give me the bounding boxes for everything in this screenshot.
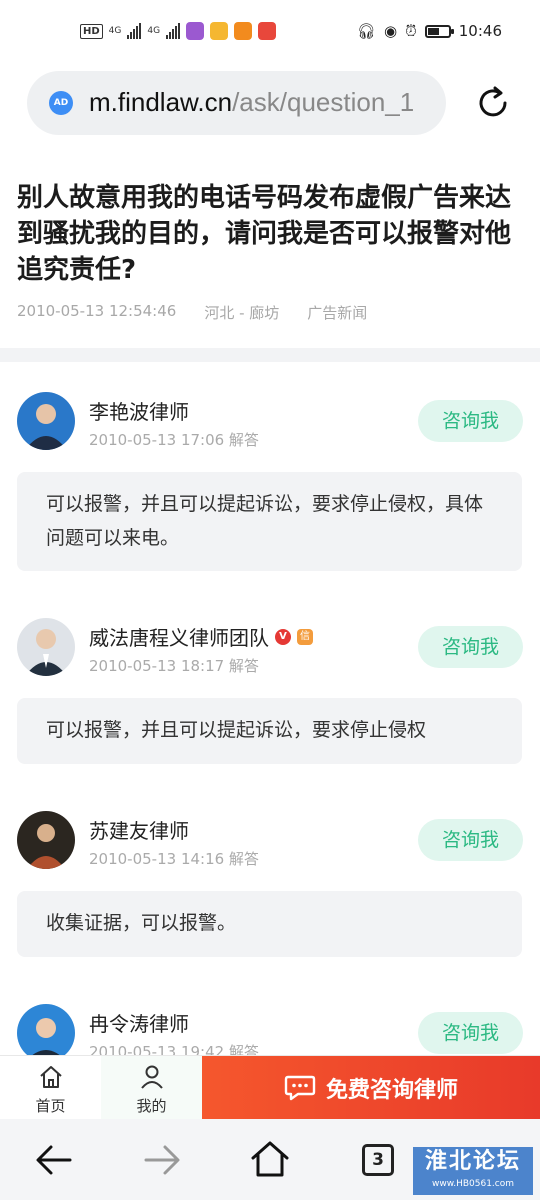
status-left-indicators: HD 4G 4G [80, 22, 277, 40]
book-notification-icon [258, 22, 277, 40]
consult-button[interactable]: 咨询我 [418, 1012, 523, 1054]
address-bar[interactable]: AD m.findlaw.cn/ask/question_1 [27, 71, 446, 135]
taobao-notification-icon [234, 22, 253, 40]
url-path: /ask/question_1 [232, 87, 415, 117]
lawyer-name[interactable]: 李艳波律师 [89, 396, 189, 425]
home-page-icon[interactable] [249, 1138, 291, 1180]
status-time: 10:46 [458, 22, 502, 40]
reload-icon[interactable] [474, 84, 512, 122]
network-label-1: 4G [108, 26, 122, 36]
watermark-logo: 淮北论坛 www.HB0561.com [413, 1147, 533, 1195]
tab-home[interactable]: 首页 [0, 1056, 101, 1120]
lawyer-name[interactable]: 苏建友律师 [89, 815, 189, 844]
answer-time: 2010-05-13 14:16 解答 [89, 850, 259, 868]
section-divider [0, 348, 540, 362]
question-category[interactable]: 广告新闻 [307, 302, 367, 323]
lawyer-name[interactable]: 冉令涛律师 [89, 1008, 189, 1037]
tab-home-label: 首页 [35, 1097, 66, 1115]
watermark-url: www.HB0561.com [431, 1179, 515, 1189]
lawyer-name-text: 冉令涛律师 [89, 1012, 189, 1036]
answer-time: 2010-05-13 17:06 解答 [89, 431, 259, 449]
headset-icon: 🎧︎ [356, 22, 376, 40]
lawyer-name-text: 威法唐程义律师团队 [89, 626, 269, 650]
credit-badge-icon: 信 [297, 628, 313, 645]
consult-button[interactable]: 咨询我 [418, 626, 523, 668]
answer-content: 可以报警，并且可以提起诉讼，要求停止侵权 [17, 698, 522, 764]
bottom-action-bar: 首页 我的 免费咨询律师 [0, 1055, 540, 1120]
app-notification-icon [210, 22, 229, 40]
lawyer-name-text: 李艳波律师 [89, 400, 189, 424]
consult-button[interactable]: 咨询我 [418, 819, 523, 861]
question-title: 别人故意用我的电话号码发布虚假广告来达到骚扰我的目的，请问我是否可以报警对他追究… [17, 183, 512, 285]
question-location: 河北 - 廊坊 [204, 304, 280, 322]
avatar[interactable] [17, 618, 75, 676]
free-consult-label: 免费咨询律师 [325, 1078, 458, 1103]
app-notification-icon [186, 22, 205, 40]
avatar[interactable] [17, 1004, 75, 1062]
tab-mine-label: 我的 [136, 1097, 167, 1115]
url-host: m.findlaw.cn [89, 87, 233, 117]
chat-icon [284, 1075, 316, 1101]
alarm-icon: ⏰︎ [405, 22, 417, 40]
tabs-count-button[interactable]: 3 [362, 1144, 394, 1176]
verified-v-icon: V [275, 628, 291, 645]
back-icon[interactable] [34, 1142, 74, 1178]
site-icon: AD [49, 91, 73, 115]
network-label-2: 4G [147, 26, 161, 36]
tab-mine[interactable]: 我的 [101, 1056, 202, 1120]
eye-icon: ◉ [383, 22, 398, 40]
url-text[interactable]: m.findlaw.cn/ask/question_1 [89, 87, 414, 118]
answer-content: 收集证据，可以报警。 [17, 891, 522, 957]
avatar[interactable] [17, 811, 75, 869]
forward-icon[interactable] [142, 1142, 182, 1178]
status-right-indicators: 🎧︎ ◉ ⏰︎ 10:46 [357, 22, 502, 40]
signal-icon-2 [166, 23, 181, 39]
watermark-text: 淮北论坛 [424, 1149, 521, 1174]
user-icon [140, 1065, 163, 1089]
answer-content: 可以报警，并且可以提起诉讼，要求停止侵权，具体问题可以来电。 [17, 472, 522, 571]
lawyer-name[interactable]: 威法唐程义律师团队 V 信 [89, 622, 313, 651]
hd-indicator: HD [80, 23, 103, 39]
lawyer-name-text: 苏建友律师 [89, 819, 189, 843]
question-meta: 2010-05-13 12:54:46 河北 - 廊坊 广告新闻 [17, 302, 367, 323]
free-consult-button[interactable]: 免费咨询律师 [202, 1056, 540, 1120]
home-icon [39, 1066, 62, 1088]
consult-button[interactable]: 咨询我 [418, 400, 523, 442]
answer-time: 2010-05-13 18:17 解答 [89, 657, 259, 675]
signal-icon [127, 23, 142, 39]
question-date: 2010-05-13 12:54:46 [17, 302, 177, 320]
battery-icon [424, 24, 454, 38]
status-bar: HD 4G 4G 🎧︎ ◉ ⏰︎ 10:46 [0, 0, 540, 68]
avatar[interactable] [17, 392, 75, 450]
